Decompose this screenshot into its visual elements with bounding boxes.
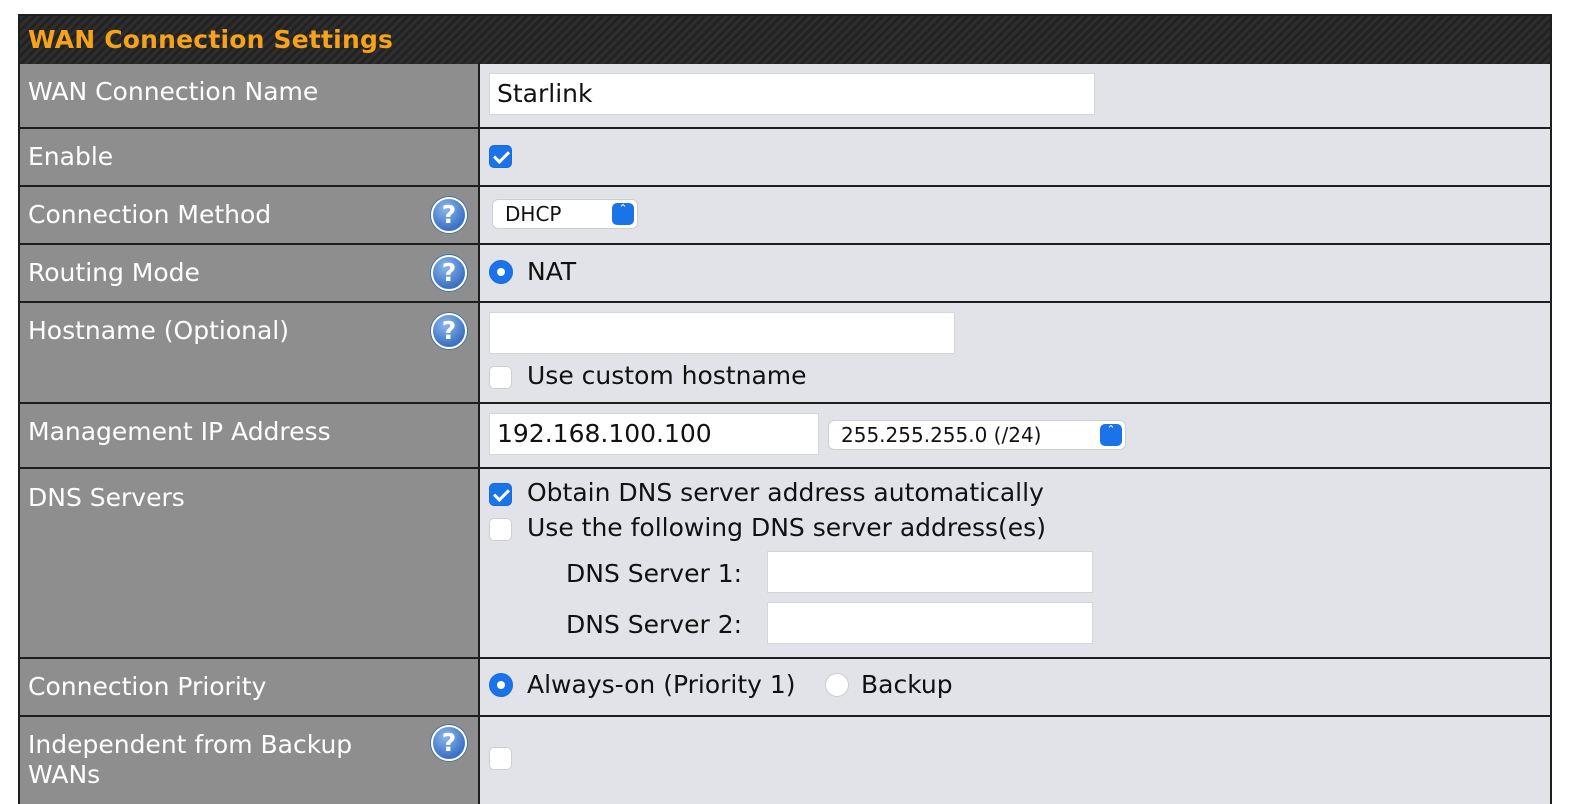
dns-server-1-input[interactable] xyxy=(767,551,1093,593)
subnet-mask-select[interactable]: 255.255.255.0 (/24) ⌃ xyxy=(828,420,1126,450)
row-management-ip: Management IP Address 192.168.100.100 25… xyxy=(20,404,1550,469)
row-hostname: Hostname (Optional) ? Use custom hostnam… xyxy=(20,303,1550,404)
row-independent-backup: Independent from Backup WANs ? xyxy=(20,717,1550,804)
panel-header: WAN Connection Settings xyxy=(20,16,1550,66)
dns-server-2-label: DNS Server 2: xyxy=(566,610,743,639)
label-connection-method: Connection Method xyxy=(28,200,272,229)
label-hostname: Hostname (Optional) xyxy=(28,316,289,345)
management-ip-input[interactable]: 192.168.100.100 xyxy=(489,413,819,455)
dns-auto-checkbox[interactable] xyxy=(489,483,512,506)
label-connection-priority: Connection Priority xyxy=(28,672,267,701)
dns-manual-checkbox[interactable] xyxy=(489,518,512,541)
subnet-mask-value: 255.255.255.0 (/24) xyxy=(841,423,1042,447)
wan-settings-panel: WAN Connection Settings WAN Connection N… xyxy=(18,14,1552,804)
label-dns-servers: DNS Servers xyxy=(28,483,185,512)
label-routing-mode: Routing Mode xyxy=(28,258,200,287)
dns-manual-label: Use the following DNS server address(es) xyxy=(527,513,1046,542)
question-mark-icon[interactable]: ? xyxy=(431,725,467,761)
row-connection-priority: Connection Priority Always-on (Priority … xyxy=(20,659,1550,717)
label-management-ip: Management IP Address xyxy=(28,417,331,446)
chevron-up-down-icon: ⌃ xyxy=(612,203,634,225)
connection-method-select[interactable]: DHCP ⌃ xyxy=(492,199,638,229)
priority-always-on-radio[interactable] xyxy=(489,673,513,697)
connection-method-value: DHCP xyxy=(505,202,562,226)
label-enable: Enable xyxy=(28,142,114,171)
wan-connection-name-input[interactable]: Starlink xyxy=(489,73,1095,115)
question-mark-icon[interactable]: ? xyxy=(431,197,467,233)
label-independent-backup: Independent from Backup WANs xyxy=(28,730,353,789)
question-mark-icon[interactable]: ? xyxy=(431,313,467,349)
priority-backup-radio[interactable] xyxy=(825,673,849,697)
dns-server-1-label: DNS Server 1: xyxy=(566,559,743,588)
priority-backup-label: Backup xyxy=(861,670,953,699)
hostname-input[interactable] xyxy=(489,312,955,354)
dns-server-2-input[interactable] xyxy=(767,602,1093,644)
row-routing-mode: Routing Mode ? NAT xyxy=(20,245,1550,303)
label-wan-connection-name: WAN Connection Name xyxy=(28,77,319,106)
enable-checkbox[interactable] xyxy=(489,145,512,168)
routing-nat-label: NAT xyxy=(527,257,577,286)
row-enable: Enable xyxy=(20,129,1550,187)
custom-hostname-label: Use custom hostname xyxy=(527,361,807,390)
priority-always-on-label: Always-on (Priority 1) xyxy=(527,670,796,699)
custom-hostname-checkbox[interactable] xyxy=(489,366,512,389)
routing-nat-radio[interactable] xyxy=(489,260,513,284)
chevron-up-down-icon: ⌃ xyxy=(1100,424,1122,446)
row-dns-servers: DNS Servers Obtain DNS server address au… xyxy=(20,469,1550,659)
dns-auto-label: Obtain DNS server address automatically xyxy=(527,478,1044,507)
row-connection-method: Connection Method ? DHCP ⌃ xyxy=(20,187,1550,245)
independent-backup-checkbox[interactable] xyxy=(489,747,512,770)
panel-title: WAN Connection Settings xyxy=(28,25,394,54)
question-mark-icon[interactable]: ? xyxy=(431,255,467,291)
row-wan-connection-name: WAN Connection Name Starlink xyxy=(20,64,1550,129)
